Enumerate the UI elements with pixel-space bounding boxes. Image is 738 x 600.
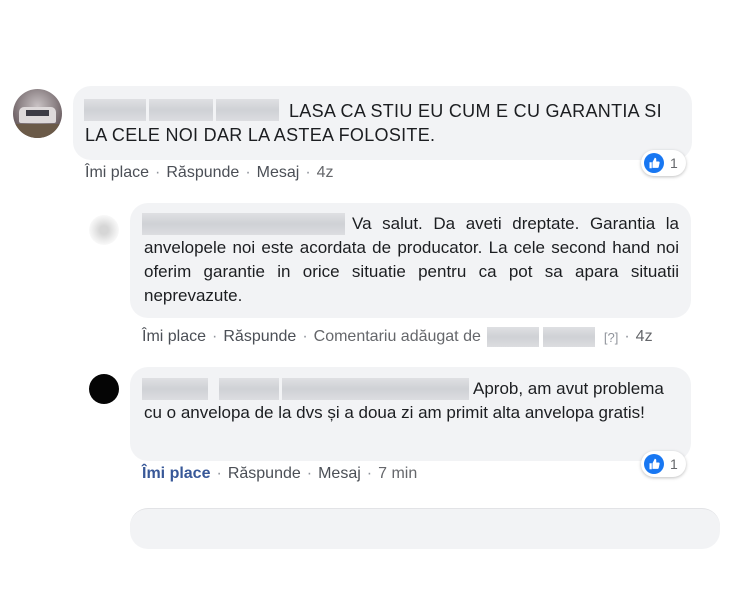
avatar-photo-window xyxy=(26,110,49,116)
like-link[interactable]: Îmi place xyxy=(142,465,210,483)
redacted-admin-name xyxy=(486,327,539,347)
separator: · xyxy=(305,164,311,181)
separator: · xyxy=(155,164,161,181)
commenter-avatar[interactable] xyxy=(13,89,62,138)
separator: · xyxy=(306,465,313,482)
like-thumb-icon xyxy=(644,153,664,173)
reaction-badge[interactable]: 1 xyxy=(641,451,686,477)
separator: · xyxy=(624,328,630,345)
replier-avatar[interactable] xyxy=(89,374,119,404)
reaction-badge[interactable]: 1 xyxy=(641,150,686,176)
help-link[interactable]: [?] xyxy=(604,330,618,345)
comment-text: LASA CA STIU EU CUM E CU GARANTIA SI LA … xyxy=(85,101,662,145)
reply-input-box[interactable] xyxy=(130,508,720,549)
comment-actions: Îmi place · Răspunde · Comentariu adăuga… xyxy=(142,327,653,347)
message-link[interactable]: Mesaj xyxy=(318,465,361,483)
like-link[interactable]: Îmi place xyxy=(85,164,149,182)
comment-added-by-label: Comentariu adăugat de xyxy=(313,328,481,345)
comment-text: Va salut. Da aveti dreptate. Garantia la… xyxy=(144,214,679,305)
reply-link[interactable]: Răspunde xyxy=(166,164,239,182)
like-thumb-icon xyxy=(644,454,664,474)
replier-avatar[interactable] xyxy=(89,215,119,245)
like-link[interactable]: Îmi place xyxy=(142,328,206,346)
message-link[interactable]: Mesaj xyxy=(257,164,300,182)
comment-actions: Îmi place · Răspunde · Mesaj · 4z xyxy=(85,164,334,182)
redacted-admin-name xyxy=(542,327,595,347)
reply-link[interactable]: Răspunde xyxy=(223,328,296,346)
separator: · xyxy=(302,328,308,345)
avatar-photo-ground xyxy=(13,124,62,138)
reaction-count: 1 xyxy=(670,155,678,171)
timestamp[interactable]: 4z xyxy=(317,164,334,182)
comment-actions: Îmi place · Răspunde · Mesaj · 7 min xyxy=(142,465,417,483)
timestamp[interactable]: 4z xyxy=(636,328,653,346)
comment-text: Aprob, am avut problema cu o anvelopa de… xyxy=(144,379,664,422)
separator: · xyxy=(212,328,218,345)
reaction-count: 1 xyxy=(670,456,678,472)
separator: · xyxy=(216,465,222,482)
separator: · xyxy=(245,164,251,181)
reply-link[interactable]: Răspunde xyxy=(228,465,301,483)
separator: · xyxy=(366,465,373,482)
timestamp[interactable]: 7 min xyxy=(378,465,417,483)
